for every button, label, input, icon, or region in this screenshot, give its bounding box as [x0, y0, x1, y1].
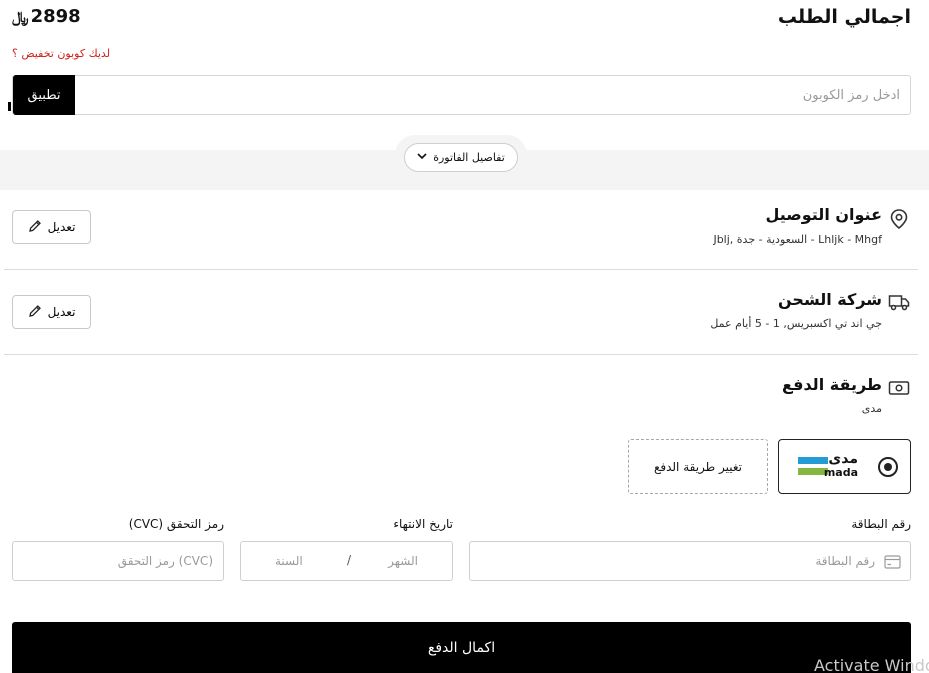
order-total-value: 2898: [30, 6, 81, 27]
order-total-amount: ﷼ 2898: [12, 6, 81, 27]
coupon-question-link[interactable]: لديك كوبون تخفيض ؟: [12, 47, 110, 60]
invoice-details-label: تفاصيل الفاتورة: [433, 151, 505, 164]
mada-payment-option[interactable]: مدى mada: [778, 439, 911, 494]
expiry-field[interactable]: الشهر / السنة: [240, 541, 453, 581]
order-total-title: اجمالي الطلب: [777, 6, 911, 28]
pencil-icon: [28, 219, 42, 236]
mada-logo-english: mada: [823, 466, 858, 479]
edit-shipping-label: تعديل: [47, 305, 76, 319]
apply-coupon-button[interactable]: تطبيق: [13, 75, 75, 115]
mada-logo-arabic: مدى: [828, 451, 858, 467]
windows-activation-watermark: Activate Windows: [814, 656, 929, 673]
text-cursor-icon: [8, 102, 11, 111]
pencil-icon: [28, 304, 42, 321]
card-icon: [884, 554, 901, 573]
complete-payment-button[interactable]: اكمال الدفع: [12, 622, 911, 673]
shipping-company-text: جي اند تي اكسبريس, 1 - 5 أيام عمل: [710, 317, 882, 330]
card-number-placeholder: رقم البطاقة: [815, 554, 875, 568]
cvc-field[interactable]: (CVC) رمز التحقق: [12, 541, 224, 581]
expiry-month-input[interactable]: الشهر: [388, 554, 418, 568]
currency-symbol: ﷼: [12, 7, 29, 26]
card-number-field[interactable]: رقم البطاقة: [469, 541, 911, 581]
coupon-input[interactable]: [74, 76, 910, 114]
coupon-form: تطبيق: [12, 75, 911, 115]
cvc-label: رمز التحقق (CVC): [128, 517, 224, 531]
section-divider: [4, 269, 918, 270]
edit-address-label: تعديل: [47, 220, 76, 234]
edit-address-button[interactable]: تعديل: [12, 210, 91, 244]
change-payment-method-button[interactable]: تغيير طريقة الدفع: [628, 439, 768, 494]
payment-radio-selected[interactable]: [878, 457, 898, 477]
radio-dot: [884, 463, 892, 471]
cash-icon: [888, 377, 910, 399]
expiry-year-input[interactable]: السنة: [275, 554, 303, 568]
mada-blue-bar: [798, 457, 828, 464]
edit-shipping-button[interactable]: تعديل: [12, 295, 91, 329]
payment-method-text: مدى: [861, 402, 882, 415]
expiry-label: تاريخ الانتهاء: [393, 517, 453, 531]
location-pin-icon: [888, 208, 910, 230]
expiry-separator: /: [347, 553, 352, 567]
truck-icon: [888, 291, 910, 313]
chevron-down-icon: [417, 152, 427, 163]
delivery-address-title: عنوان التوصيل: [765, 205, 882, 224]
section-divider: [4, 354, 918, 355]
mada-logo: مدى mada: [798, 451, 858, 481]
shipping-company-title: شركة الشحن: [778, 290, 882, 309]
cvc-placeholder: (CVC) رمز التحقق: [117, 554, 213, 568]
payment-method-title: طريقة الدفع: [782, 375, 882, 394]
invoice-details-toggle[interactable]: تفاصيل الفاتورة: [404, 143, 518, 172]
card-number-label: رقم البطاقة: [851, 517, 911, 531]
delivery-address-text: Lhljk - Mhgf - السعودية - جدة ,Jblj: [713, 233, 882, 246]
